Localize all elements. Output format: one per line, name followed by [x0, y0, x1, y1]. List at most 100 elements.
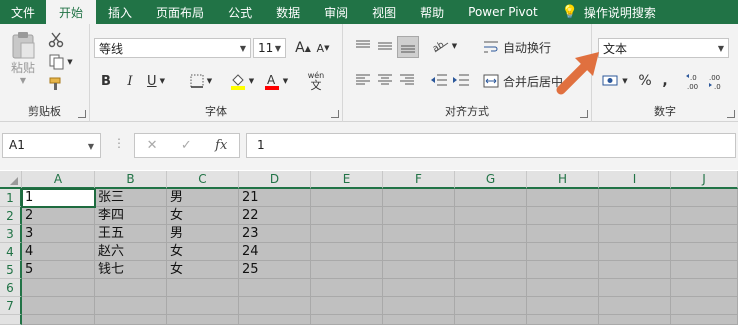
- cell-e5[interactable]: [311, 261, 383, 279]
- shrink-font-button[interactable]: A ▼: [314, 38, 332, 58]
- align-center-button[interactable]: [375, 70, 395, 90]
- column-header-f[interactable]: F: [383, 171, 455, 189]
- cell-e2[interactable]: [311, 207, 383, 225]
- align-left-button[interactable]: [353, 70, 373, 90]
- insert-function-button[interactable]: fx: [215, 138, 227, 153]
- cell-c6[interactable]: [167, 279, 239, 297]
- cell-j4[interactable]: [671, 243, 738, 261]
- cell-i5[interactable]: [599, 261, 671, 279]
- tab-help[interactable]: 帮助: [408, 0, 456, 24]
- cell-e1[interactable]: [311, 189, 383, 207]
- cell-f6[interactable]: [383, 279, 455, 297]
- column-header-i[interactable]: I: [599, 171, 671, 189]
- increase-indent-button[interactable]: [451, 70, 471, 90]
- tab-formulas[interactable]: 公式: [216, 0, 264, 24]
- borders-button[interactable]: ▼: [186, 70, 216, 92]
- tab-data[interactable]: 数据: [264, 0, 312, 24]
- cell-f3[interactable]: [383, 225, 455, 243]
- enter-icon[interactable]: ✓: [181, 138, 192, 153]
- cell-h5[interactable]: [527, 261, 599, 279]
- cell-f4[interactable]: [383, 243, 455, 261]
- cell-i3[interactable]: [599, 225, 671, 243]
- tab-file[interactable]: 文件: [0, 0, 46, 24]
- increase-decimal-button[interactable]: .0.00: [686, 70, 706, 92]
- column-header-c[interactable]: C: [167, 171, 239, 189]
- row-header-7[interactable]: 7: [0, 297, 22, 315]
- comma-style-button[interactable]: ,: [656, 70, 674, 92]
- cell-h7[interactable]: [527, 297, 599, 315]
- cell-g1[interactable]: [455, 189, 527, 207]
- cell-g7[interactable]: [455, 297, 527, 315]
- align-top-button[interactable]: [353, 36, 373, 56]
- orientation-button[interactable]: ab ▼: [429, 36, 461, 56]
- row-header-1[interactable]: 1: [0, 189, 22, 207]
- align-middle-button[interactable]: [375, 36, 395, 56]
- fill-color-button[interactable]: ▼: [227, 70, 257, 92]
- cut-button[interactable]: [46, 30, 66, 50]
- cell-h3[interactable]: [527, 225, 599, 243]
- cell-g6[interactable]: [455, 279, 527, 297]
- column-header-g[interactable]: G: [455, 171, 527, 189]
- cell-i8[interactable]: [599, 315, 671, 325]
- font-launcher-icon[interactable]: [331, 110, 339, 118]
- cell-e7[interactable]: [311, 297, 383, 315]
- cell-d3[interactable]: 23: [239, 225, 311, 243]
- cell-i6[interactable]: [599, 279, 671, 297]
- name-box[interactable]: A1 ▼: [2, 133, 101, 158]
- select-all-button[interactable]: [0, 171, 22, 189]
- cell-g5[interactable]: [455, 261, 527, 279]
- cell-d8[interactable]: [239, 315, 311, 325]
- cell-e3[interactable]: [311, 225, 383, 243]
- cell-d1[interactable]: 21: [239, 189, 311, 207]
- cell-c3[interactable]: 男: [167, 225, 239, 243]
- cell-b5[interactable]: 钱七: [95, 261, 167, 279]
- row-header-4[interactable]: 4: [0, 243, 22, 261]
- cell-c8[interactable]: [167, 315, 239, 325]
- cell-b3[interactable]: 王五: [95, 225, 167, 243]
- cell-c5[interactable]: 女: [167, 261, 239, 279]
- cell-h4[interactable]: [527, 243, 599, 261]
- font-color-button[interactable]: A ▼: [261, 70, 291, 92]
- cell-a2[interactable]: 2: [22, 207, 95, 225]
- cell-a1[interactable]: 1: [21, 188, 96, 208]
- cell-d6[interactable]: [239, 279, 311, 297]
- alignment-launcher-icon[interactable]: [580, 110, 588, 118]
- tab-page-layout[interactable]: 页面布局: [144, 0, 216, 24]
- tab-home[interactable]: 开始: [46, 0, 97, 24]
- number-launcher-icon[interactable]: [727, 110, 735, 118]
- cell-d7[interactable]: [239, 297, 311, 315]
- cell-g2[interactable]: [455, 207, 527, 225]
- cell-a4[interactable]: 4: [22, 243, 95, 261]
- clipboard-launcher-icon[interactable]: [78, 110, 86, 118]
- grow-font-button[interactable]: A ▲: [294, 38, 312, 58]
- paste-button[interactable]: 粘贴 ▼: [6, 30, 40, 86]
- tab-insert[interactable]: 插入: [96, 0, 144, 24]
- cell-b6[interactable]: [95, 279, 167, 297]
- cell-b2[interactable]: 李四: [95, 207, 167, 225]
- number-format-select[interactable]: 文本 ▼: [598, 38, 729, 58]
- cell-b4[interactable]: 赵六: [95, 243, 167, 261]
- cell-g8[interactable]: [455, 315, 527, 325]
- tab-power-pivot[interactable]: Power Pivot: [456, 0, 550, 24]
- cell-f1[interactable]: [383, 189, 455, 207]
- cell-a7[interactable]: [22, 297, 95, 315]
- cell-f8[interactable]: [383, 315, 455, 325]
- cell-j7[interactable]: [671, 297, 738, 315]
- cell-e8[interactable]: [311, 315, 383, 325]
- column-header-a[interactable]: A: [22, 171, 95, 189]
- resize-handle-icon[interactable]: ⋮: [113, 136, 125, 150]
- font-name-select[interactable]: 等线 ▼: [94, 38, 251, 58]
- row-header-3[interactable]: 3: [0, 225, 22, 243]
- cell-g4[interactable]: [455, 243, 527, 261]
- column-header-j[interactable]: J: [671, 171, 738, 189]
- cell-f5[interactable]: [383, 261, 455, 279]
- cell-h1[interactable]: [527, 189, 599, 207]
- cell-j8[interactable]: [671, 315, 738, 325]
- cell-b8[interactable]: [95, 315, 167, 325]
- cell-j3[interactable]: [671, 225, 738, 243]
- copy-button[interactable]: ▼: [46, 52, 76, 72]
- cell-h6[interactable]: [527, 279, 599, 297]
- tab-review[interactable]: 审阅: [312, 0, 360, 24]
- cancel-icon[interactable]: ✕: [147, 138, 158, 153]
- row-header-5[interactable]: 5: [0, 261, 22, 279]
